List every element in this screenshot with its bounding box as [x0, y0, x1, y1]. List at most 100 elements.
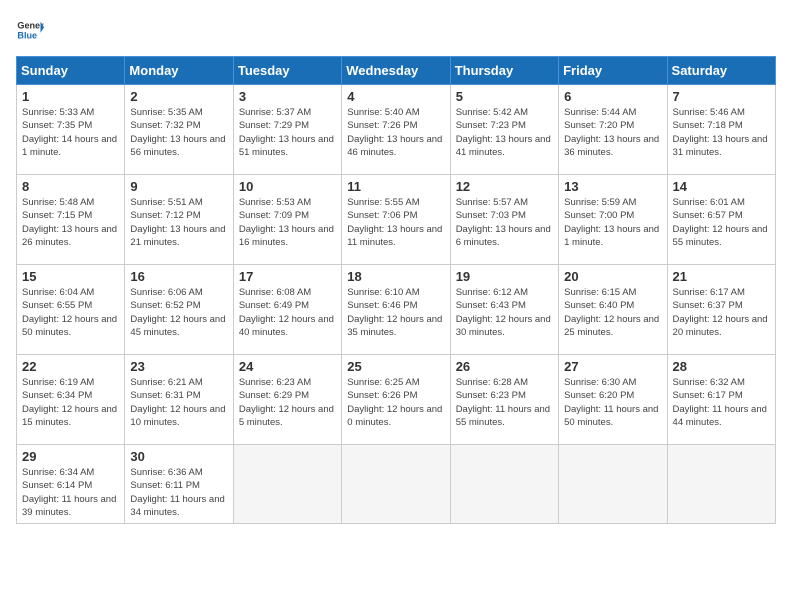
day-info: Sunrise: 6:36 AM Sunset: 6:11 PM Dayligh… — [130, 466, 227, 519]
day-number: 13 — [564, 179, 661, 194]
day-number: 1 — [22, 89, 119, 104]
calendar-cell: 16Sunrise: 6:06 AM Sunset: 6:52 PM Dayli… — [125, 265, 233, 355]
day-number: 3 — [239, 89, 336, 104]
calendar-cell: 17Sunrise: 6:08 AM Sunset: 6:49 PM Dayli… — [233, 265, 341, 355]
calendar-cell: 12 Sunrise: 5:57 AM Sunset: 7:03 PM Dayli… — [450, 175, 558, 265]
calendar-cell: 26 Sunrise: 6:28 AM Sunset: 6:23 PM Dayli… — [450, 355, 558, 445]
calendar-cell: 3 Sunrise: 5:37 AM Sunset: 7:29 PM Daylig… — [233, 85, 341, 175]
calendar-cell: 29Sunrise: 6:34 AM Sunset: 6:14 PM Dayli… — [17, 445, 125, 524]
day-number: 15 — [22, 269, 119, 284]
calendar-cell: 14 Sunrise: 6:01 AM Sunset: 6:57 PM Dayli… — [667, 175, 775, 265]
calendar-cell: 28 Sunrise: 6:32 AM Sunset: 6:17 PM Dayli… — [667, 355, 775, 445]
day-info: Sunrise: 6:28 AM Sunset: 6:23 PM Dayligh… — [456, 376, 553, 429]
calendar-cell — [559, 445, 667, 524]
calendar-cell: 9 Sunrise: 5:51 AM Sunset: 7:12 PM Daylig… — [125, 175, 233, 265]
calendar-cell: 15Sunrise: 6:04 AM Sunset: 6:55 PM Dayli… — [17, 265, 125, 355]
calendar-cell: 2 Sunrise: 5:35 AM Sunset: 7:32 PM Daylig… — [125, 85, 233, 175]
calendar-header-wednesday: Wednesday — [342, 57, 450, 85]
day-number: 24 — [239, 359, 336, 374]
day-number: 10 — [239, 179, 336, 194]
day-number: 23 — [130, 359, 227, 374]
day-info: Sunrise: 5:42 AM Sunset: 7:23 PM Dayligh… — [456, 106, 553, 159]
day-info: Sunrise: 5:55 AM Sunset: 7:06 PM Dayligh… — [347, 196, 444, 249]
day-info: Sunrise: 6:32 AM Sunset: 6:17 PM Dayligh… — [673, 376, 770, 429]
calendar-header-row: SundayMondayTuesdayWednesdayThursdayFrid… — [17, 57, 776, 85]
calendar-cell: 8 Sunrise: 5:48 AM Sunset: 7:15 PM Daylig… — [17, 175, 125, 265]
calendar-cell: 4 Sunrise: 5:40 AM Sunset: 7:26 PM Daylig… — [342, 85, 450, 175]
day-info: Sunrise: 5:51 AM Sunset: 7:12 PM Dayligh… — [130, 196, 227, 249]
day-number: 22 — [22, 359, 119, 374]
day-number: 6 — [564, 89, 661, 104]
calendar-cell: 30 Sunrise: 6:36 AM Sunset: 6:11 PM Dayli… — [125, 445, 233, 524]
calendar-header-monday: Monday — [125, 57, 233, 85]
day-info: Sunrise: 6:21 AM Sunset: 6:31 PM Dayligh… — [130, 376, 227, 429]
calendar-cell: 5 Sunrise: 5:42 AM Sunset: 7:23 PM Daylig… — [450, 85, 558, 175]
logo-icon: General Blue — [16, 16, 44, 44]
day-number: 5 — [456, 89, 553, 104]
day-number: 29 — [22, 449, 119, 464]
day-info: Sunrise: 6:23 AM Sunset: 6:29 PM Dayligh… — [239, 376, 336, 429]
calendar-week-row-3: 15Sunrise: 6:04 AM Sunset: 6:55 PM Dayli… — [17, 265, 776, 355]
day-number: 25 — [347, 359, 444, 374]
calendar-cell: 21 Sunrise: 6:17 AM Sunset: 6:37 PM Dayli… — [667, 265, 775, 355]
calendar-cell — [667, 445, 775, 524]
calendar-week-row-1: 1Sunrise: 5:33 AM Sunset: 7:35 PM Daylig… — [17, 85, 776, 175]
calendar-header-sunday: Sunday — [17, 57, 125, 85]
day-number: 12 — [456, 179, 553, 194]
day-number: 27 — [564, 359, 661, 374]
day-number: 8 — [22, 179, 119, 194]
calendar-cell: 13 Sunrise: 5:59 AM Sunset: 7:00 PM Dayli… — [559, 175, 667, 265]
calendar-cell — [233, 445, 341, 524]
calendar-cell: 7 Sunrise: 5:46 AM Sunset: 7:18 PM Daylig… — [667, 85, 775, 175]
day-info: Sunrise: 6:30 AM Sunset: 6:20 PM Dayligh… — [564, 376, 661, 429]
day-number: 9 — [130, 179, 227, 194]
calendar-cell: 27 Sunrise: 6:30 AM Sunset: 6:20 PM Dayli… — [559, 355, 667, 445]
calendar-cell: 19Sunrise: 6:12 AM Sunset: 6:43 PM Dayli… — [450, 265, 558, 355]
day-number: 14 — [673, 179, 770, 194]
day-info: Sunrise: 5:44 AM Sunset: 7:20 PM Dayligh… — [564, 106, 661, 159]
calendar-cell: 25 Sunrise: 6:25 AM Sunset: 6:26 PM Dayli… — [342, 355, 450, 445]
calendar-week-row-2: 8 Sunrise: 5:48 AM Sunset: 7:15 PM Daylig… — [17, 175, 776, 265]
day-number: 2 — [130, 89, 227, 104]
svg-text:General: General — [17, 21, 44, 31]
calendar-cell: 18Sunrise: 6:10 AM Sunset: 6:46 PM Dayli… — [342, 265, 450, 355]
day-number: 21 — [673, 269, 770, 284]
day-number: 7 — [673, 89, 770, 104]
calendar-week-row-5: 29Sunrise: 6:34 AM Sunset: 6:14 PM Dayli… — [17, 445, 776, 524]
day-number: 28 — [673, 359, 770, 374]
calendar-header-saturday: Saturday — [667, 57, 775, 85]
day-number: 26 — [456, 359, 553, 374]
day-info: Sunrise: 5:46 AM Sunset: 7:18 PM Dayligh… — [673, 106, 770, 159]
day-number: 4 — [347, 89, 444, 104]
day-number: 17 — [239, 269, 336, 284]
calendar-cell: 1Sunrise: 5:33 AM Sunset: 7:35 PM Daylig… — [17, 85, 125, 175]
calendar-cell: 11 Sunrise: 5:55 AM Sunset: 7:06 PM Dayli… — [342, 175, 450, 265]
svg-text:Blue: Blue — [17, 30, 37, 40]
day-info: Sunrise: 6:01 AM Sunset: 6:57 PM Dayligh… — [673, 196, 770, 249]
day-info: Sunrise: 5:35 AM Sunset: 7:32 PM Dayligh… — [130, 106, 227, 159]
day-info: Sunrise: 6:15 AM Sunset: 6:40 PM Dayligh… — [564, 286, 661, 339]
day-number: 20 — [564, 269, 661, 284]
calendar-header-friday: Friday — [559, 57, 667, 85]
day-info: Sunrise: 6:19 AM Sunset: 6:34 PM Dayligh… — [22, 376, 119, 429]
day-info: Sunrise: 6:12 AM Sunset: 6:43 PM Dayligh… — [456, 286, 553, 339]
calendar-cell — [342, 445, 450, 524]
day-info: Sunrise: 5:48 AM Sunset: 7:15 PM Dayligh… — [22, 196, 119, 249]
logo: General Blue — [16, 16, 44, 44]
day-info: Sunrise: 6:25 AM Sunset: 6:26 PM Dayligh… — [347, 376, 444, 429]
day-info: Sunrise: 5:57 AM Sunset: 7:03 PM Dayligh… — [456, 196, 553, 249]
day-info: Sunrise: 6:06 AM Sunset: 6:52 PM Dayligh… — [130, 286, 227, 339]
calendar-cell: 6 Sunrise: 5:44 AM Sunset: 7:20 PM Daylig… — [559, 85, 667, 175]
day-number: 11 — [347, 179, 444, 194]
day-info: Sunrise: 6:17 AM Sunset: 6:37 PM Dayligh… — [673, 286, 770, 339]
calendar-cell: 23 Sunrise: 6:21 AM Sunset: 6:31 PM Dayli… — [125, 355, 233, 445]
day-info: Sunrise: 6:10 AM Sunset: 6:46 PM Dayligh… — [347, 286, 444, 339]
day-number: 30 — [130, 449, 227, 464]
day-info: Sunrise: 5:37 AM Sunset: 7:29 PM Dayligh… — [239, 106, 336, 159]
calendar-header-tuesday: Tuesday — [233, 57, 341, 85]
calendar-cell: 24 Sunrise: 6:23 AM Sunset: 6:29 PM Dayli… — [233, 355, 341, 445]
calendar-header-thursday: Thursday — [450, 57, 558, 85]
day-info: Sunrise: 5:40 AM Sunset: 7:26 PM Dayligh… — [347, 106, 444, 159]
day-info: Sunrise: 5:59 AM Sunset: 7:00 PM Dayligh… — [564, 196, 661, 249]
calendar-cell: 10Sunrise: 5:53 AM Sunset: 7:09 PM Dayli… — [233, 175, 341, 265]
